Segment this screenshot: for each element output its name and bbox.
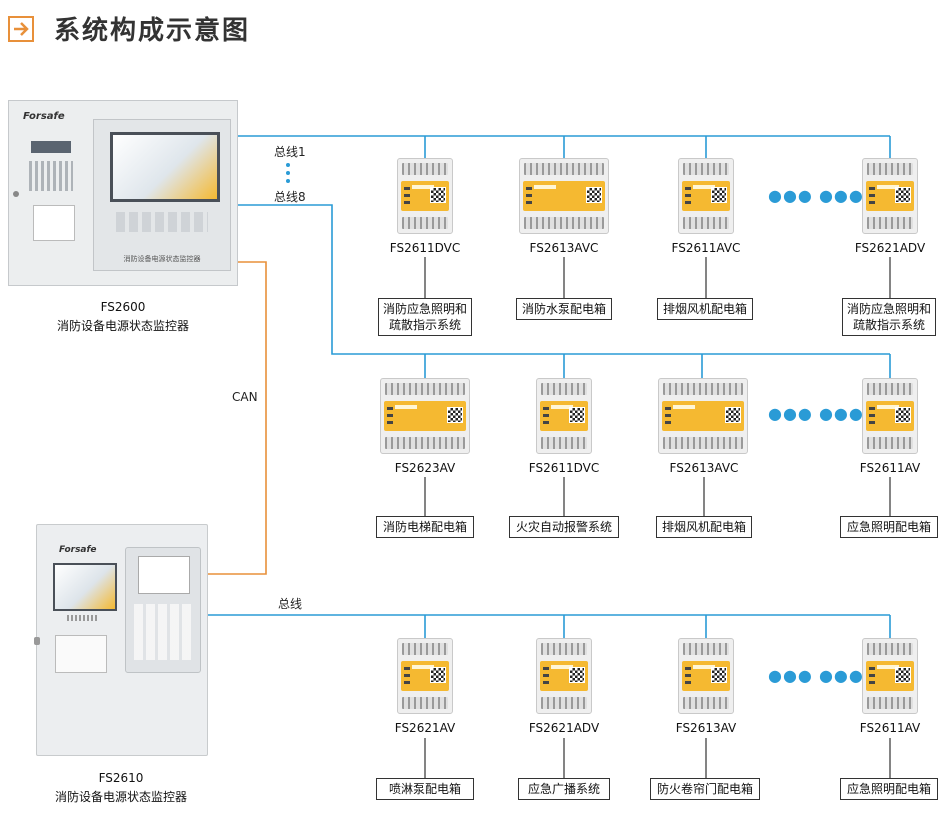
target-label: 应急照明配电箱 — [840, 516, 938, 538]
fs2610-name: 消防设备电源状态监控器 — [54, 790, 188, 804]
printer-slot — [55, 635, 107, 673]
touch-screen — [110, 132, 220, 202]
brand-logo: Forsafe — [59, 545, 97, 555]
fs2600-name: 消防设备电源状态监控器 — [56, 319, 190, 333]
target-label: 应急广播系统 — [518, 778, 610, 800]
module-fs2613av-r3 — [678, 638, 734, 714]
target-label: 喷淋泵配电箱 — [376, 778, 474, 800]
model-label: FS2611AV — [859, 461, 921, 475]
display-window — [31, 141, 71, 153]
keypad-buttons — [134, 604, 192, 660]
target-label: 火灾自动报警系统 — [509, 516, 619, 538]
module-fs2613avc-r1 — [519, 158, 609, 234]
module-fs2623av-r2 — [380, 378, 470, 454]
module-fs2611dvc-r1 — [397, 158, 453, 234]
ellipsis-r2: ●●● ●●● — [768, 404, 864, 423]
module-fs2621av-r3 — [397, 638, 453, 714]
model-label: FS2621ADV — [528, 721, 600, 735]
model-label: FS2613AVC — [529, 241, 599, 255]
front-label: 消防设备电源状态监控器 — [123, 255, 201, 263]
module-fs2611av-r2 — [862, 378, 918, 454]
keypad-area — [29, 161, 73, 191]
module-fs2621adv-r1 — [862, 158, 918, 234]
lock-icon — [13, 191, 19, 197]
model-label: FS2611AVC — [671, 241, 741, 255]
printer-slot — [33, 205, 75, 241]
bus-label: 总线 — [278, 597, 303, 611]
model-label: FS2611AV — [859, 721, 921, 735]
lock-icon — [34, 637, 40, 645]
brand-logo: Forsafe — [23, 111, 65, 122]
target-label: 消防电梯配电箱 — [376, 516, 474, 538]
can-label: CAN — [232, 390, 258, 404]
ellipsis-r3: ●●● ●●● — [768, 666, 864, 685]
target-label: 排烟风机配电箱 — [656, 516, 752, 538]
button-row — [116, 212, 208, 232]
fs2610-monitor: Forsafe — [34, 524, 208, 756]
bus1-label: 总线1 — [274, 145, 306, 159]
target-label: 应急照明配电箱 — [840, 778, 938, 800]
indicator-panel — [138, 556, 190, 594]
module-fs2621adv-r3 — [536, 638, 592, 714]
target-label: 排烟风机配电箱 — [657, 298, 753, 320]
model-label: FS2621AV — [394, 721, 456, 735]
module-fs2611avc-r1 — [678, 158, 734, 234]
model-label: FS2623AV — [394, 461, 456, 475]
model-label: FS2621ADV — [854, 241, 926, 255]
keypad-panel — [125, 547, 201, 673]
target-label: 消防应急照明和 疏散指示系统 — [378, 298, 472, 336]
module-fs2613avc-r2 — [658, 378, 748, 454]
fs2610-model: FS2610 — [98, 771, 144, 785]
system-diagram: 系统构成示意图 总线1 总线8 CAN 总线 Forsafe 消防设备电源状态监… — [0, 0, 948, 822]
panel-door: 消防设备电源状态监控器 — [93, 119, 231, 271]
model-label: FS2611DVC — [389, 241, 461, 255]
target-label: 防火卷帘门配电箱 — [650, 778, 760, 800]
target-label: 消防水泵配电箱 — [516, 298, 612, 320]
speaker-grille — [67, 615, 97, 621]
target-label: 消防应急照明和 疏散指示系统 — [842, 298, 936, 336]
model-label: FS2613AV — [675, 721, 737, 735]
fs2600-monitor: Forsafe 消防设备电源状态监控器 — [8, 100, 238, 286]
bus8-label: 总线8 — [274, 190, 306, 204]
module-fs2611dvc-r2 — [536, 378, 592, 454]
touch-screen — [53, 563, 117, 611]
fs2600-model: FS2600 — [100, 300, 146, 314]
module-fs2611av-r3 — [862, 638, 918, 714]
can-line — [208, 261, 267, 575]
model-label: FS2613AVC — [669, 461, 739, 475]
model-label: FS2611DVC — [528, 461, 600, 475]
ellipsis-r1: ●●● ●●● — [768, 186, 864, 205]
